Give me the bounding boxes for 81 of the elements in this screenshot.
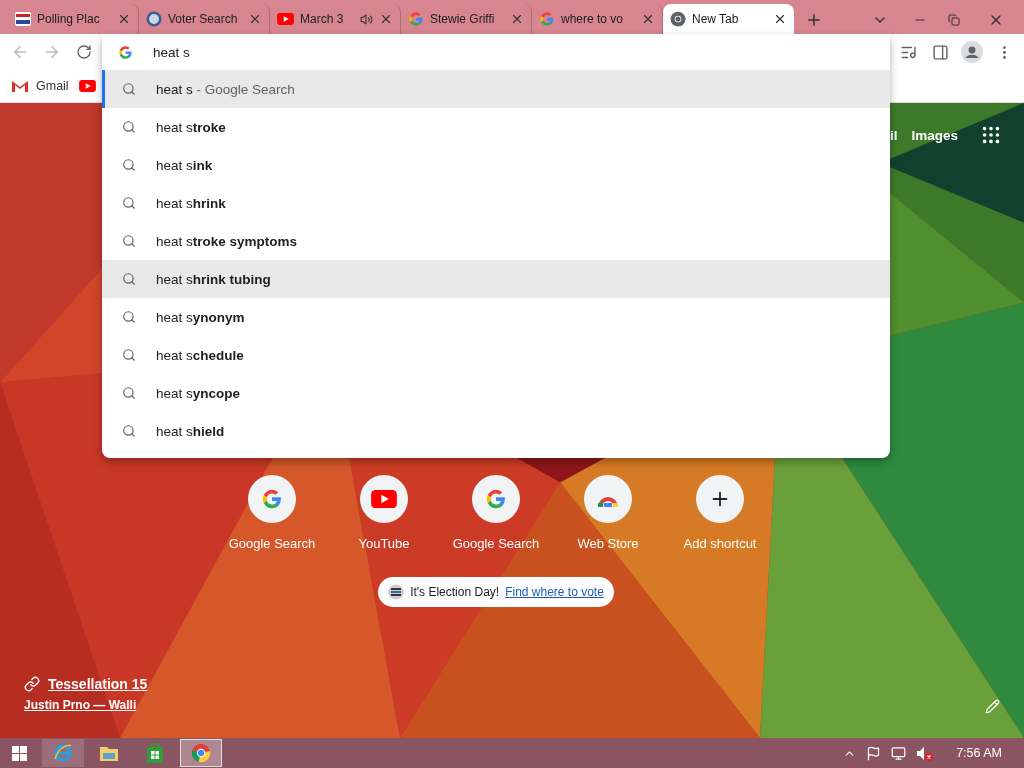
search-icon — [122, 310, 136, 324]
suggestion-text: heat sink — [156, 157, 213, 173]
search-icon — [122, 82, 136, 96]
suggestion-text: heat syncope — [156, 385, 241, 401]
shortcut-label[interactable]: YouTube — [358, 536, 410, 551]
youtube-logo-icon — [78, 80, 96, 92]
shortcut-label[interactable]: Web Store — [577, 536, 639, 551]
chrome-logo-icon — [670, 11, 686, 27]
youtube-logo-icon — [371, 489, 397, 509]
suggestion-text: heat shrink tubing — [156, 271, 271, 287]
search-icon — [122, 120, 136, 134]
suggestion-item[interactable]: heat s - Google Search — [102, 70, 890, 108]
suggestion-item[interactable]: heat synonym — [102, 298, 890, 336]
edit-icon[interactable] — [985, 699, 1000, 714]
reload-icon[interactable] — [76, 44, 92, 60]
apps-grid-icon[interactable] — [980, 124, 1002, 146]
suggestion-text: heat s - Google Search — [156, 81, 295, 97]
windows-start-icon[interactable] — [11, 745, 27, 761]
store-bag-icon — [146, 743, 164, 763]
suggestion-text: heat shield — [156, 423, 225, 439]
suggestion-item[interactable]: heat shield — [102, 412, 890, 450]
shortcut-label[interactable]: Google Search — [228, 536, 316, 551]
seal-icon — [146, 11, 162, 27]
search-icon — [122, 386, 136, 400]
gmail-logo-icon[interactable] — [12, 80, 28, 92]
google-logo-icon — [261, 488, 283, 510]
background-title-link[interactable]: Tessellation 15 — [48, 676, 148, 692]
tab-title: Voter Search — [168, 12, 239, 26]
suggestion-text: heat stroke symptoms — [156, 233, 298, 249]
search-icon — [122, 424, 136, 438]
tab-title: March 3 — [300, 12, 345, 26]
google-logo-icon — [408, 11, 424, 27]
tab-title: New Tab — [692, 12, 740, 26]
speaker-muted-icon[interactable] — [916, 745, 935, 761]
ie-logo-icon — [53, 743, 73, 763]
google-logo-icon — [118, 44, 133, 60]
bookmark-link[interactable]: Gmail — [36, 79, 69, 93]
search-icon — [122, 234, 136, 248]
suggestion-item[interactable]: heat sink — [102, 146, 890, 184]
suggestion-item[interactable]: heat syncope — [102, 374, 890, 412]
suggestion-item[interactable]: heat shrink tubing — [102, 260, 890, 298]
close-icon[interactable] — [773, 12, 787, 26]
network-icon[interactable] — [891, 745, 907, 761]
suggestion-text: heat stroke — [156, 119, 226, 135]
promo-text: It's Election Day! — [410, 585, 500, 599]
google-logo-icon — [539, 11, 555, 27]
tab-title: Stewie Griffi — [430, 12, 496, 26]
link-icon — [24, 676, 40, 692]
suggestion-text: heat synonym — [156, 309, 245, 325]
suggestion-item[interactable]: heat stroke — [102, 108, 890, 146]
browser-tab[interactable]: New Tab — [663, 4, 794, 34]
restore-icon[interactable] — [948, 14, 960, 26]
taskbar-app-button[interactable] — [180, 739, 222, 767]
flag-icon[interactable] — [866, 745, 882, 761]
side-panel-icon[interactable] — [931, 43, 949, 61]
speaker-icon[interactable] — [360, 12, 373, 26]
tab-title: where to vo — [561, 12, 625, 26]
shortcut-label[interactable]: Google Search — [452, 536, 540, 551]
header-link[interactable]: il — [889, 127, 898, 143]
folder-icon — [99, 744, 119, 762]
chrome-logo-icon — [191, 743, 211, 763]
new-tab-icon[interactable] — [805, 11, 823, 29]
suggestion-item[interactable]: heat schedule — [102, 336, 890, 374]
search-icon — [122, 196, 136, 210]
flag-badge-icon — [15, 12, 31, 26]
suggestion-text: heat shrink — [156, 195, 226, 211]
ballot-sticker-icon — [388, 584, 405, 600]
promo-link[interactable]: Find where to vote — [505, 585, 604, 599]
search-icon — [122, 158, 136, 172]
search-icon — [122, 272, 136, 286]
profile-avatar-icon[interactable] — [961, 41, 983, 63]
author-link[interactable]: Justin Prno — Walli — [24, 698, 137, 712]
search-icon — [122, 348, 136, 362]
suggestion-text: heat schedule — [156, 347, 244, 363]
google-logo-icon — [485, 488, 507, 510]
tab-title: Polling Plac — [37, 12, 101, 26]
header-link[interactable]: Images — [911, 127, 958, 143]
suggestion-item[interactable]: heat stroke symptoms — [102, 222, 890, 260]
suggestion-item[interactable]: heat shrink — [102, 184, 890, 222]
clock-text: 7:56 AM — [956, 746, 1002, 760]
youtube-logo-icon — [277, 13, 294, 25]
